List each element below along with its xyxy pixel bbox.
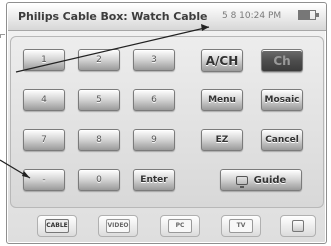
key-4-button[interactable]: 4 <box>23 89 65 111</box>
mosaic-button[interactable]: Mosaic <box>261 89 303 111</box>
key-7-button[interactable]: 7 <box>23 129 65 151</box>
enter-button[interactable]: Enter <box>133 169 175 191</box>
guide-button[interactable]: Guide <box>220 169 302 191</box>
bottom-source-bar: CABLE VIDEO PC TV <box>10 212 324 240</box>
cable-source-icon: CABLE <box>45 219 69 233</box>
status-clock: 5 8 10:24 PM <box>222 11 282 21</box>
pc-source-icon: PC <box>168 219 192 233</box>
source-tab-cable[interactable]: CABLE <box>37 215 77 237</box>
battery-icon <box>298 10 319 20</box>
key-5-button[interactable]: 5 <box>78 89 120 111</box>
key-2-button[interactable]: 2 <box>78 49 120 71</box>
key-9-button[interactable]: 9 <box>133 129 175 151</box>
ez-button[interactable]: EZ <box>201 129 243 151</box>
key-dash-button[interactable]: - <box>23 169 65 191</box>
help-icon <box>292 220 304 232</box>
key-6-button[interactable]: 6 <box>133 89 175 111</box>
left-bracket-mark <box>0 34 5 38</box>
ach-button[interactable]: A/CH <box>201 49 243 72</box>
tv-source-icon: TV <box>229 219 253 233</box>
guide-button-content: Guide <box>235 174 287 188</box>
channel-button[interactable]: Ch <box>261 49 303 72</box>
cancel-button[interactable]: Cancel <box>261 129 303 151</box>
remote-control-panel: 1 2 3 4 5 6 7 8 9 - 0 Enter A/CH Ch Menu… <box>10 36 324 208</box>
key-3-button[interactable]: 3 <box>133 49 175 71</box>
source-tab-tv[interactable]: TV <box>221 215 261 237</box>
title-bar: Philips Cable Box: Watch Cable 5 8 10:24… <box>8 4 326 31</box>
source-tab-video[interactable]: VIDEO <box>98 215 138 237</box>
guide-label: Guide <box>253 174 287 186</box>
tv-icon <box>235 175 248 188</box>
screenshot-stage: Philips Cable Box: Watch Cable 5 8 10:24… <box>0 0 331 246</box>
source-tab-pc[interactable]: PC <box>160 215 200 237</box>
key-1-button[interactable]: 1 <box>23 49 65 71</box>
video-source-icon: VIDEO <box>106 219 130 233</box>
menu-button[interactable]: Menu <box>201 89 243 111</box>
key-8-button[interactable]: 8 <box>78 129 120 151</box>
window-title: Philips Cable Box: Watch Cable <box>18 10 208 23</box>
help-button[interactable] <box>280 215 316 237</box>
key-0-button[interactable]: 0 <box>78 169 120 191</box>
